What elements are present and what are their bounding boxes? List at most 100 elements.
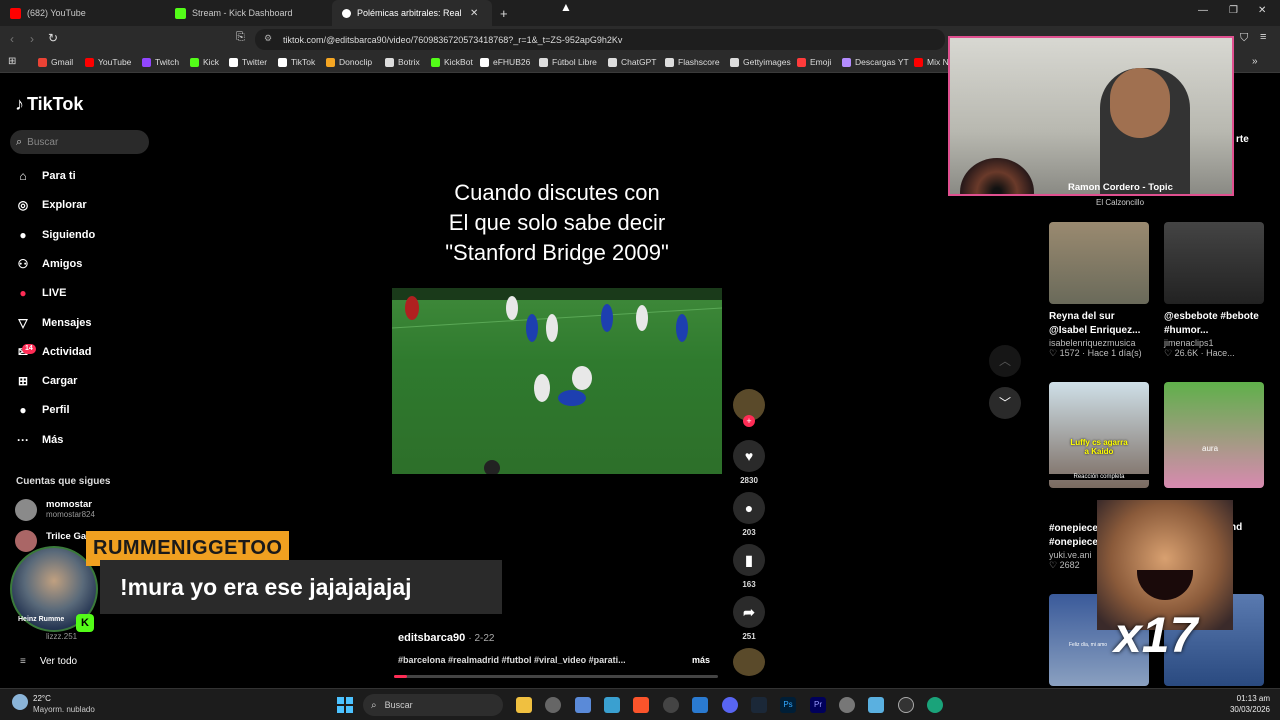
site-settings-icon[interactable]: ⚙ [264,33,272,44]
bookmark-label: Twitter [242,57,268,67]
nav-item-ms[interactable]: ··· Más [15,432,63,448]
video-progress-bar[interactable] [394,675,718,678]
new-tab-button[interactable]: + [500,6,508,21]
nav-item-parati[interactable]: ⌂ Para ti [15,168,76,184]
minimize-button[interactable]: — [1198,5,1208,16]
weather-icon[interactable] [12,694,28,710]
file-explorer-icon[interactable] [516,697,532,713]
forward-button[interactable]: › [30,32,34,46]
nav-item-amigos[interactable]: ⚇ Amigos [15,256,83,272]
settings-icon[interactable] [839,697,855,713]
bookmark-item[interactable]: Donoclip [326,57,372,67]
nav-item-live[interactable]: ● LIVE [15,285,66,301]
bookmark-item[interactable]: YouTube [85,57,131,67]
app-icon[interactable] [663,697,679,713]
taskbar-search[interactable]: ⌕ Buscar [363,694,503,716]
following-account[interactable]: momostar momostar824 [15,498,125,524]
video-thumbnail[interactable] [1049,222,1149,304]
follow-plus-icon[interactable]: + [743,415,755,427]
close-tab-icon[interactable]: ✕ [470,8,478,19]
media-player-icon[interactable] [898,697,914,713]
app-icon[interactable] [575,697,591,713]
back-button[interactable]: ‹ [10,32,14,46]
next-video-button[interactable]: ﹀ [989,387,1021,419]
steam-icon[interactable] [751,697,767,713]
windows-start-icon[interactable] [337,697,353,713]
edge-icon[interactable] [927,697,943,713]
bookmark-item[interactable]: eFHUB26 [480,57,530,67]
bookmark-item[interactable]: Emoji [797,57,831,67]
bookmark-item[interactable]: Botrix [385,57,420,67]
sound-disc-icon[interactable] [733,648,765,676]
video-frame[interactable] [392,288,722,474]
tab-tiktok-video[interactable]: Polémicas arbitrales: Real Ma ✕ [332,0,492,26]
bookmark-label: eFHUB26 [493,57,531,67]
menu-icon[interactable]: ≡ [1260,31,1266,43]
bookmark-label: Descargas YT [855,57,909,67]
url-field[interactable]: ⚙ tiktok.com/@editsbarca90/video/7609836… [255,29,945,50]
app-icon[interactable] [604,697,620,713]
tiktok-logo[interactable]: ♪ TikTok [15,94,83,115]
url-text: tiktok.com/@editsbarca90/video/760983672… [283,34,623,45]
nav-item-cargar[interactable]: ⊞ Cargar [15,373,78,389]
brave-browser-icon[interactable] [633,697,649,713]
video-author[interactable]: editsbarca90 · 2-22 [398,632,494,644]
see-all-button[interactable]: ≡ Ver todo [20,656,77,667]
nav-item-siguiendo[interactable]: ● Siguiendo [15,227,95,243]
bookmark-favicon-icon [142,57,151,67]
mouse-cursor-icon: ▲ [560,0,572,14]
bookmark-item[interactable]: Gettyimages [730,57,791,67]
nav-item-explorar[interactable]: ◎ Explorar [15,197,87,213]
video-thumbnail[interactable]: Luffy cs agarra a Kaido Reacción complet… [1049,382,1149,488]
bookmark-item[interactable]: Flashscore [665,57,720,67]
apps-grid-icon[interactable]: ⊞ [8,56,16,67]
bookmark-favicon-icon [665,57,674,67]
app-icon[interactable] [692,697,708,713]
bookmark-item[interactable]: Kick [190,57,219,67]
notepad-icon[interactable] [868,697,884,713]
maximize-button[interactable]: ❐ [1229,5,1238,16]
nav-item-perfil[interactable]: ● Perfil [15,402,69,418]
heart-outline-icon: ♡ [1049,348,1058,358]
bookmark-item[interactable]: Twitter [229,57,267,67]
webcam-overlay: Ramon Cordero - Topic [948,36,1234,196]
comment-icon: ● [733,492,765,524]
save-button[interactable]: ▮ 163 [733,544,765,589]
video-hashtags[interactable]: #barcelona #realmadrid #futbol #viral_vi… [398,655,626,665]
bookmark-item[interactable]: ChatGPT [608,57,656,67]
reload-button[interactable]: ↻ [48,31,58,45]
search-input[interactable]: ⌕ Buscar [10,130,149,154]
comment-button[interactable]: ● 203 [733,492,765,537]
discord-icon[interactable] [722,697,738,713]
bookmark-item[interactable]: Twitch [142,57,179,67]
obs-icon[interactable] [545,697,561,713]
bookmark-icon[interactable]: ⎘ [236,31,245,44]
video-thumbnail[interactable] [1164,222,1264,304]
tab-kick-dashboard[interactable]: Stream - Kick Dashboard [165,0,330,26]
bookmark-label: Botrix [398,57,420,67]
photoshop-icon[interactable]: Ps [780,697,796,713]
bookmark-item[interactable]: TikTok [278,57,315,67]
close-window-button[interactable]: ✕ [1258,5,1266,16]
nav-label: Para ti [42,170,76,182]
tab-youtube[interactable]: (682) YouTube [0,0,165,26]
premiere-icon[interactable]: Pr [810,697,826,713]
right-video-info[interactable]: @esbebote #bebote #humor... jimenaclips1… [1164,310,1264,359]
like-button[interactable]: ♥ 2830 [733,440,765,485]
bookmark-item[interactable]: Mix N [914,57,949,67]
previous-video-button[interactable]: ︿ [989,345,1021,377]
nav-item-mensajes[interactable]: ▽ Mensajes [15,315,91,331]
bookmark-item[interactable]: Descargas YT [842,57,909,67]
bookmark-item[interactable]: KickBot [431,57,473,67]
share-button[interactable]: ➦ 251 [733,596,765,641]
nav-label: LIVE [42,287,67,300]
nav-label: Amigos [42,257,83,270]
bookmark-item[interactable]: Gmail [38,57,73,67]
more-bookmarks-icon[interactable]: » [1252,56,1258,67]
video-thumbnail[interactable]: aura [1164,382,1264,488]
shield-icon[interactable]: ⛉ [1240,32,1248,45]
more-description-button[interactable]: más [692,655,710,665]
right-video-info[interactable]: Reyna del sur @Isabel Enriquez... isabel… [1049,310,1149,359]
bookmark-label: Emoji [810,57,832,67]
bookmark-item[interactable]: Fútbol Libre [539,57,597,67]
